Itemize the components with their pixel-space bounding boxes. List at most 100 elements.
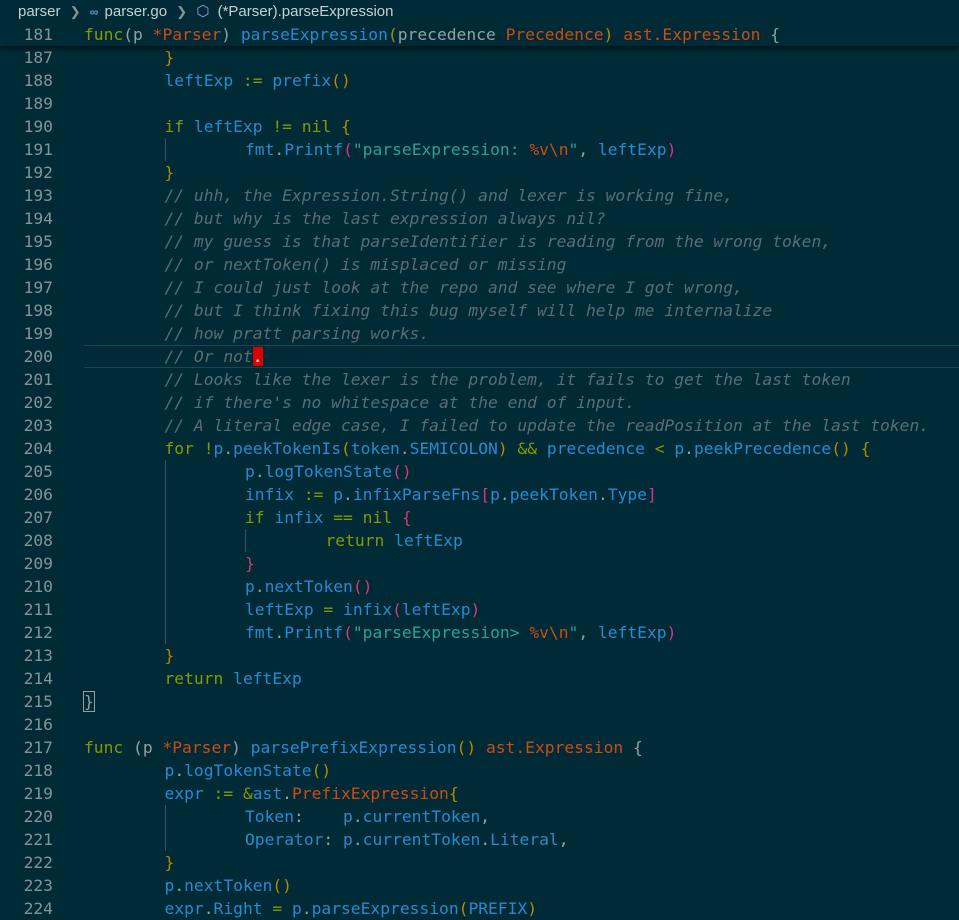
code-token: := bbox=[294, 485, 334, 504]
code-token: : bbox=[294, 807, 344, 826]
code-line[interactable]: 195 // my guess is that parseIdentifier i… bbox=[0, 230, 959, 253]
code-line[interactable]: 208 return leftExp bbox=[0, 529, 959, 552]
code-token: *Parser bbox=[152, 25, 222, 44]
code-line[interactable]: 221 Operator: p.currentToken.Literal, bbox=[0, 828, 959, 851]
line-number: 193 bbox=[23, 186, 53, 205]
code-token: } bbox=[164, 646, 175, 665]
code-token: infix bbox=[343, 600, 393, 619]
code-token: Type bbox=[607, 485, 647, 504]
code-line[interactable]: 198 // but I think fixing this bug myself… bbox=[0, 299, 959, 322]
code-line[interactable]: 193 // uhh, the Expression.String() and l… bbox=[0, 184, 959, 207]
code-token: ( bbox=[343, 140, 353, 159]
code-line[interactable]: 191 fmt.Printf("parseExpression: %v\n", l… bbox=[0, 138, 959, 161]
code-token: ( bbox=[341, 439, 351, 458]
code-line[interactable]: 209} bbox=[0, 552, 959, 575]
code-text: Operator: p.currentToken.Literal, bbox=[245, 828, 569, 851]
code-token: for bbox=[164, 439, 194, 458]
breadcrumb-folder[interactable]: parser bbox=[18, 3, 61, 20]
code-token: fmt bbox=[245, 140, 275, 159]
code-token: leftExp bbox=[394, 531, 463, 550]
code-line[interactable]: 214 return leftExp bbox=[0, 667, 959, 690]
code-token: peekTokenIs bbox=[233, 439, 341, 458]
breadcrumb-file[interactable]: parser.go bbox=[105, 3, 168, 20]
code-line[interactable]: 224 expr.Right = p.parseExpression(PREFIX… bbox=[0, 897, 959, 920]
code-token: ( bbox=[343, 623, 353, 642]
code-line[interactable]: 200 // Or not. bbox=[0, 345, 959, 368]
code-token: SEMICOLON bbox=[409, 439, 498, 458]
code-token: . bbox=[274, 140, 285, 159]
code-token: { bbox=[760, 25, 781, 44]
code-text: func(p *Parser) parseExpression(preceden… bbox=[84, 23, 780, 46]
code-text: // if there's no whitespace at the end o… bbox=[165, 391, 636, 414]
code-text: // or nextToken() is misplaced or missin… bbox=[165, 253, 567, 276]
line-number: 203 bbox=[23, 416, 53, 435]
code-line[interactable]: 217 func (p *Parser) parsePrefixExpressio… bbox=[0, 736, 959, 759]
code-text: } bbox=[165, 851, 175, 874]
code-line[interactable]: 203 // A literal edge case, I failed to u… bbox=[0, 414, 959, 437]
code-token: func bbox=[84, 738, 124, 757]
code-line[interactable]: 219 expr := &ast.PrefixExpression{ bbox=[0, 782, 959, 805]
code-editor[interactable]: 187} 188 leftExp := prefix() 189 190 if leftE… bbox=[0, 46, 959, 920]
code-token: Operator bbox=[245, 830, 324, 849]
code-text: // Looks like the lexer is the problem, … bbox=[165, 368, 851, 391]
text-cursor: . bbox=[252, 347, 263, 366]
code-line[interactable]: 220 Token: p.currentToken, bbox=[0, 805, 959, 828]
code-line[interactable]: 216 bbox=[0, 713, 959, 736]
code-line[interactable]: 212 fmt.Printf("parseExpression> %v\n", l… bbox=[0, 621, 959, 644]
code-line[interactable]: 215} bbox=[0, 690, 959, 713]
code-token: () bbox=[456, 738, 477, 757]
code-text: } bbox=[165, 161, 175, 184]
code-text: // but why is the last expression always… bbox=[165, 207, 606, 230]
code-token: infix bbox=[274, 508, 324, 527]
code-token: . bbox=[254, 462, 265, 481]
code-token: : bbox=[323, 830, 344, 849]
code-token: " bbox=[568, 140, 579, 159]
code-text: // A literal edge case, I failed to upda… bbox=[165, 414, 930, 437]
indent-guide bbox=[164, 575, 166, 598]
line-number: 221 bbox=[23, 830, 53, 849]
code-line[interactable]: 205 p.logTokenState() bbox=[0, 460, 959, 483]
code-line[interactable]: 194 // but why is the last expression alw… bbox=[0, 207, 959, 230]
code-text: if infix == nil { bbox=[245, 506, 412, 529]
code-line[interactable]: 201 // Looks like the lexer is the proble… bbox=[0, 368, 959, 391]
code-token: , bbox=[558, 830, 569, 849]
code-line[interactable]: 206 infix := p.infixParseFns[p.peekToken.… bbox=[0, 483, 959, 506]
code-line[interactable]: 189 bbox=[0, 92, 959, 115]
code-line[interactable]: 222} bbox=[0, 851, 959, 874]
line-number: 199 bbox=[23, 324, 53, 343]
code-text: } bbox=[245, 552, 255, 575]
code-token: (p bbox=[123, 738, 163, 757]
code-line[interactable]: 197 // I could just look at the repo and … bbox=[0, 276, 959, 299]
indent-guide bbox=[164, 805, 166, 828]
code-token: != bbox=[262, 117, 302, 136]
code-token: %v\n bbox=[529, 140, 569, 159]
code-line[interactable]: 181 func(p *Parser) parseExpression(prece… bbox=[0, 23, 959, 46]
code-line[interactable]: 188 leftExp := prefix() bbox=[0, 69, 959, 92]
code-text: leftExp := prefix() bbox=[165, 69, 351, 92]
code-text: expr.Right = p.parseExpression(PREFIX) bbox=[165, 897, 538, 920]
code-token: = bbox=[262, 899, 292, 918]
code-line[interactable]: 204 for !p.peekTokenIs(token.SEMICOLON) &… bbox=[0, 437, 959, 460]
code-line[interactable]: 211 leftExp = infix(leftExp) bbox=[0, 598, 959, 621]
code-line[interactable]: 192} bbox=[0, 161, 959, 184]
code-line[interactable]: 223 p.nextToken() bbox=[0, 874, 959, 897]
breadcrumb-symbol[interactable]: (*Parser).parseExpression bbox=[218, 3, 394, 20]
code-line[interactable]: 202 // if there's no whitespace at the en… bbox=[0, 391, 959, 414]
code-token: } bbox=[83, 691, 95, 712]
code-line[interactable]: 207 if infix == nil { bbox=[0, 506, 959, 529]
sticky-scroll-header[interactable]: 181 func(p *Parser) parseExpression(prece… bbox=[0, 23, 959, 46]
code-line[interactable]: 213} bbox=[0, 644, 959, 667]
code-line[interactable]: 199 // how pratt parsing works. bbox=[0, 322, 959, 345]
code-line[interactable]: 190 if leftExp != nil { bbox=[0, 115, 959, 138]
code-line[interactable]: 218 p.logTokenState() bbox=[0, 759, 959, 782]
code-token: "parseExpression: bbox=[352, 140, 530, 159]
code-line[interactable]: 210 p.nextToken() bbox=[0, 575, 959, 598]
code-line[interactable]: 196 // or nextToken() is misplaced or mis… bbox=[0, 253, 959, 276]
code-line[interactable]: 187} bbox=[0, 46, 959, 69]
code-token: fmt bbox=[245, 623, 275, 642]
code-token: ! bbox=[203, 439, 214, 458]
